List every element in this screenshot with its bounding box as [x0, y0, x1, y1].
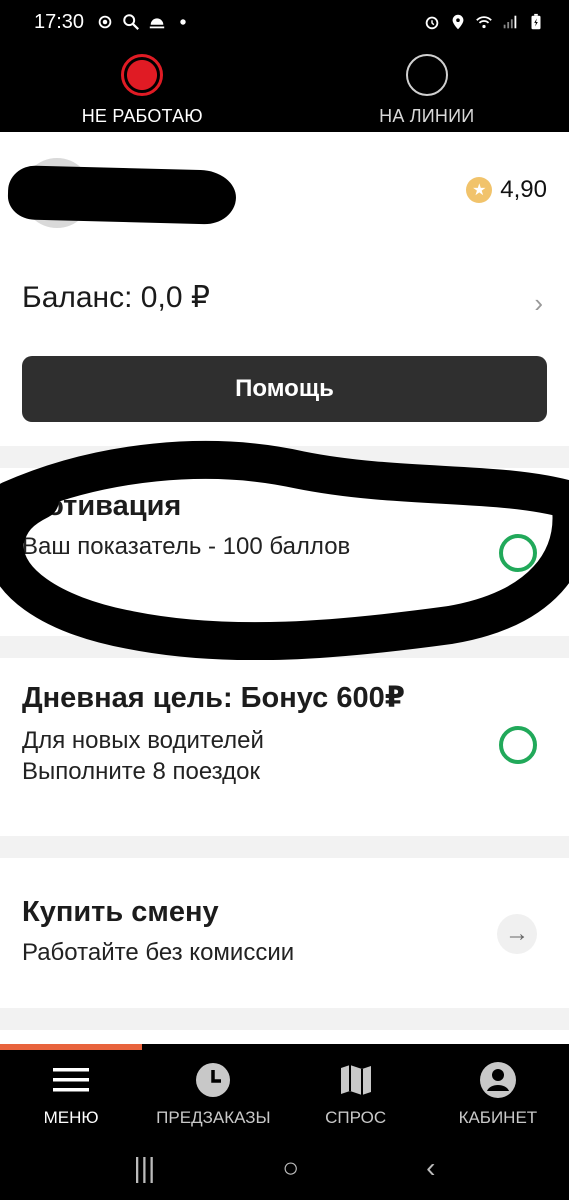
balance-row[interactable]: Баланс: 0,0 ₽ [22, 280, 210, 315]
location-pin-icon [452, 14, 464, 30]
chevron-right-icon[interactable]: › [534, 288, 543, 319]
map-icon [340, 1065, 371, 1095]
divider [0, 636, 569, 658]
daily-goal-row[interactable]: Дневная цель: Бонус 600₽ Для новых водит… [0, 658, 569, 836]
status-time: 17:30 [34, 10, 85, 33]
daily-goal-line2: Выполните 8 поездок [22, 758, 260, 785]
nav-label-demand: СПРОС [325, 1108, 387, 1127]
redacted-name [7, 165, 237, 225]
battery-icon [531, 13, 541, 30]
nav-label-menu: МЕНЮ [43, 1108, 99, 1127]
divider [0, 836, 569, 858]
location-target-icon [98, 15, 112, 29]
offline-indicator-icon [121, 54, 164, 96]
home-button[interactable]: ○ [282, 1152, 299, 1184]
rating-value: 4,90 [500, 176, 547, 203]
dot-icon [180, 19, 186, 25]
wifi-icon [476, 16, 492, 29]
divider [0, 1008, 569, 1030]
work-state-switch: НЕ РАБОТАЮ НА ЛИНИИ [0, 44, 569, 132]
motivation-status-icon [499, 534, 537, 572]
state-online-button[interactable]: НА ЛИНИИ [285, 44, 569, 132]
state-offline-label: НЕ РАБОТАЮ [81, 106, 203, 126]
nav-label-preorders: ПРЕДЗАКАЗЫ [156, 1108, 271, 1127]
profile-card: ★ 4,90 Баланс: 0,0 ₽ › Помощь [0, 132, 569, 446]
search-icon [123, 14, 140, 30]
menu-icon [53, 1068, 90, 1092]
buy-shift-row[interactable]: Купить смену Работайте без комиссии → [0, 858, 569, 1008]
daily-goal-title: Дневная цель: Бонус 600₽ [22, 682, 405, 714]
online-indicator-icon [405, 54, 448, 96]
motivation-title: Мотивация [22, 490, 182, 522]
account-icon [479, 1062, 516, 1098]
bottom-nav: МЕНЮ ПРЕДЗАКАЗЫ СПРОС КАБИНЕТ [0, 1050, 569, 1136]
motivation-subtitle: Ваш показатель - 100 баллов [22, 533, 351, 560]
signal-icon [503, 15, 517, 29]
divider [0, 446, 569, 468]
rating[interactable]: ★ 4,90 [466, 176, 547, 204]
main-content: ★ 4,90 Баланс: 0,0 ₽ › Помощь Мотивация … [0, 132, 569, 1070]
nav-item-menu[interactable]: МЕНЮ [0, 1050, 142, 1136]
buy-shift-subtitle: Работайте без комиссии [22, 939, 295, 966]
system-nav-bar: ||| ○ ‹ [0, 1136, 569, 1200]
nav-item-demand[interactable]: СПРОС [285, 1050, 427, 1136]
nav-item-preorders[interactable]: ПРЕДЗАКАЗЫ [142, 1050, 284, 1136]
status-bar: 17:30 [0, 0, 569, 44]
weather-icon [149, 18, 165, 29]
nav-item-account[interactable]: КАБИНЕТ [427, 1050, 569, 1136]
nav-label-account: КАБИНЕТ [458, 1108, 538, 1127]
recent-apps-button[interactable]: ||| [133, 1152, 155, 1184]
state-online-label: НА ЛИНИИ [379, 106, 475, 126]
buy-shift-title: Купить смену [22, 896, 219, 928]
help-button[interactable]: Помощь [22, 356, 547, 422]
daily-goal-line1: Для новых водителей [22, 727, 264, 754]
clock-icon [196, 1063, 231, 1097]
state-offline-button[interactable]: НЕ РАБОТАЮ [0, 44, 285, 132]
star-icon: ★ [466, 177, 493, 203]
back-button[interactable]: ‹ [426, 1152, 435, 1184]
daily-goal-status-icon [499, 726, 537, 764]
alarm-icon [425, 16, 439, 30]
motivation-row[interactable]: Мотивация Ваш показатель - 100 баллов [0, 468, 569, 636]
arrow-right-icon[interactable]: → [497, 914, 537, 954]
